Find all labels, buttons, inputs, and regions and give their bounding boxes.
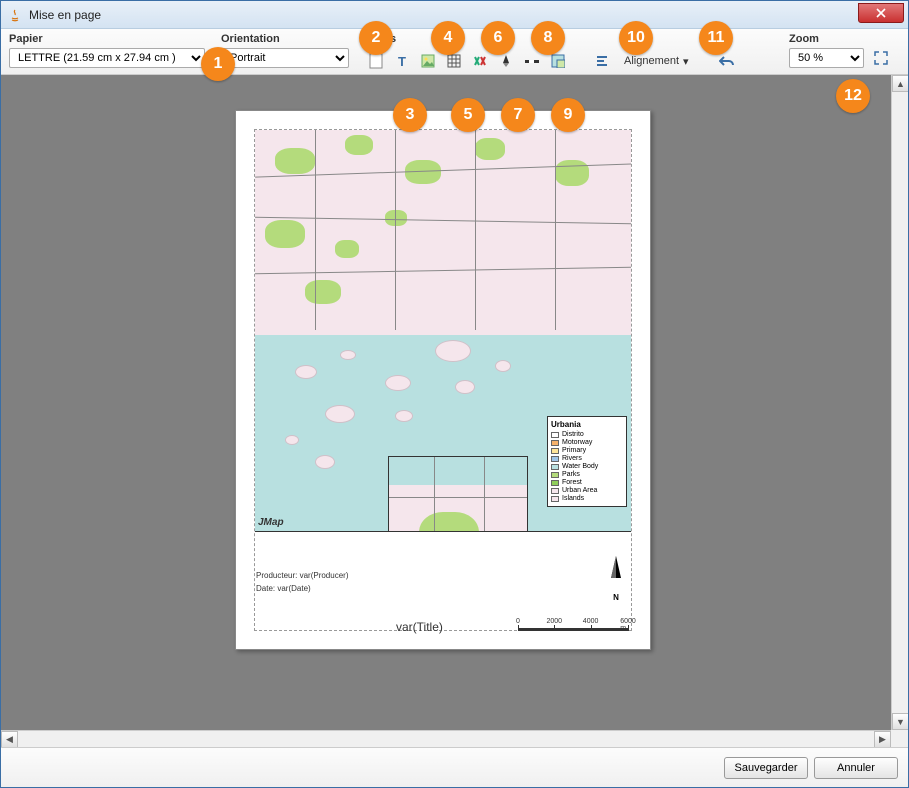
alignment-label: Alignement <box>624 55 679 67</box>
callout-9: 9 <box>551 98 585 132</box>
orientation-group: Orientation Portrait <box>221 33 349 68</box>
close-button[interactable] <box>858 3 904 23</box>
java-icon <box>7 7 23 23</box>
producer-text: Producteur: var(Producer) <box>256 571 348 580</box>
save-button[interactable]: Sauvegarder <box>724 757 808 779</box>
callout-5: 5 <box>451 98 485 132</box>
callout-7: 7 <box>501 98 535 132</box>
callout-6: 6 <box>481 21 515 55</box>
canvas-viewport[interactable]: JMap Urbania DistritoMotorwayPrimaryRive… <box>1 75 908 747</box>
north-arrow[interactable]: N <box>606 556 626 602</box>
chevron-down-icon: ▾ <box>683 55 689 68</box>
legend-item: Forest <box>551 479 623 486</box>
date-text: Date: var(Date) <box>256 584 348 593</box>
title-variable[interactable]: var(Title) <box>396 620 443 634</box>
callout-12: 12 <box>836 79 870 113</box>
main-map[interactable]: JMap Urbania DistritoMotorwayPrimaryRive… <box>255 130 631 532</box>
scroll-left-icon[interactable]: ◀ <box>1 731 18 747</box>
page-layout-window: Mise en page Papier LETTRE (21.59 cm x 2… <box>0 0 909 788</box>
legend-item: Urban Area <box>551 487 623 494</box>
scroll-corner <box>891 730 908 747</box>
align-icon[interactable] <box>591 50 613 72</box>
text-icon[interactable]: T <box>391 50 413 72</box>
callout-3: 3 <box>393 98 427 132</box>
legend-title: Urbania <box>551 420 623 429</box>
inset-map[interactable]: JMap <box>388 456 528 532</box>
legend-item: Rivers <box>551 455 623 462</box>
scalebar[interactable]: 0 2000 4000 6000 m <box>518 619 628 631</box>
orientation-label: Orientation <box>221 33 349 45</box>
jmap-logo: JMap <box>258 517 284 528</box>
callout-11: 11 <box>699 21 733 55</box>
scroll-down-icon[interactable]: ▼ <box>892 713 908 730</box>
horizontal-scrollbar[interactable]: ◀ ▶ <box>1 730 891 747</box>
zoom-group: Zoom 50 % <box>789 33 890 68</box>
legend-item: Primary <box>551 447 623 454</box>
zoom-select[interactable]: 50 % <box>789 48 864 68</box>
legend-item: Motorway <box>551 439 623 446</box>
cancel-button[interactable]: Annuler <box>814 757 898 779</box>
callout-2: 2 <box>359 21 393 55</box>
callout-1: 1 <box>201 47 235 81</box>
north-n: N <box>606 593 626 602</box>
paper-select[interactable]: LETTRE (21.59 cm x 27.94 cm ) <box>9 48 205 68</box>
callout-4: 4 <box>431 21 465 55</box>
fit-screen-icon[interactable] <box>872 49 890 67</box>
svg-text:T: T <box>398 54 406 68</box>
callout-10: 10 <box>619 21 653 55</box>
paper-label: Papier <box>9 33 205 45</box>
image-icon[interactable] <box>417 50 439 72</box>
meta-text: Producteur: var(Producer) Date: var(Date… <box>256 571 348 597</box>
zoom-label: Zoom <box>789 33 890 45</box>
legend-box[interactable]: Urbania DistritoMotorwayPrimaryRiversWat… <box>547 416 627 507</box>
window-title: Mise en page <box>29 8 101 22</box>
scroll-up-icon[interactable]: ▲ <box>892 75 908 92</box>
vertical-scrollbar[interactable]: ▲ ▼ <box>891 75 908 730</box>
legend-icon[interactable] <box>469 50 491 72</box>
orientation-select[interactable]: Portrait <box>221 48 349 68</box>
print-page[interactable]: JMap Urbania DistritoMotorwayPrimaryRive… <box>235 110 651 650</box>
callout-8: 8 <box>531 21 565 55</box>
scroll-right-icon[interactable]: ▶ <box>874 731 891 747</box>
legend-item: Parks <box>551 471 623 478</box>
paper-group: Papier LETTRE (21.59 cm x 27.94 cm ) <box>9 33 205 68</box>
legend-item: Islands <box>551 495 623 502</box>
bottom-bar: Sauvegarder Annuler <box>1 747 908 787</box>
legend-item: Water Body <box>551 463 623 470</box>
legend-item: Distrito <box>551 431 623 438</box>
